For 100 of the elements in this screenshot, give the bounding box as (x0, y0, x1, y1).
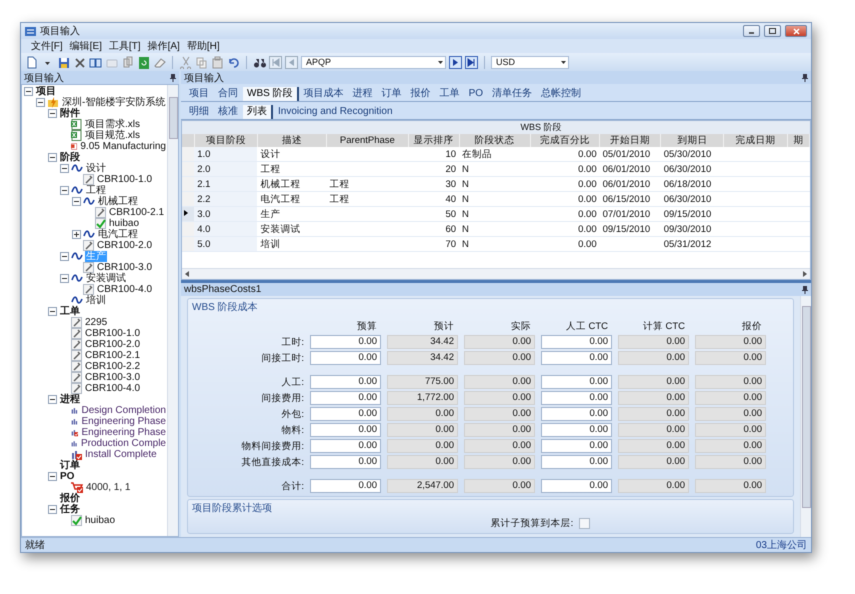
tree-item[interactable]: CBR100-3.0 (96, 262, 154, 273)
tree-item[interactable]: Design Completion (80, 405, 167, 416)
collapse-icon[interactable] (48, 307, 57, 316)
number-field[interactable]: 0.00 (541, 423, 612, 437)
maximize-button[interactable] (764, 25, 781, 37)
number-field[interactable]: 0.00 (464, 391, 535, 405)
tab[interactable]: PO (464, 87, 488, 101)
eraser-icon[interactable] (153, 56, 166, 68)
collapse-icon[interactable] (60, 274, 69, 283)
tree-item[interactable]: 阶段 (59, 152, 81, 163)
tree-item[interactable]: Install Complete (84, 449, 158, 460)
number-field[interactable]: 0.00 (541, 335, 612, 349)
number-field[interactable]: 0.00 (310, 407, 381, 421)
tree-item[interactable]: huibao (108, 218, 140, 229)
expand-icon[interactable] (72, 230, 81, 239)
pin-icon[interactable] (802, 286, 808, 294)
tree-item[interactable]: CBR100-4.0 (96, 284, 154, 295)
tree-item[interactable]: CBR100-1.0 (96, 174, 154, 185)
collapse-icon[interactable] (60, 186, 69, 195)
scroll-left-icon[interactable] (185, 271, 189, 277)
collapse-icon[interactable] (48, 472, 57, 481)
number-field[interactable]: 0.00 (310, 479, 381, 493)
column-header[interactable]: 开始日期 (600, 134, 661, 147)
tab[interactable]: 合同 (214, 87, 242, 101)
tab[interactable]: 项目 (185, 87, 213, 101)
number-field[interactable]: 0.00 (695, 375, 766, 389)
new-document-icon[interactable] (25, 56, 38, 68)
scroll-right-icon[interactable] (803, 271, 807, 277)
number-field[interactable]: 0.00 (541, 351, 612, 365)
currency-combo[interactable]: USD (491, 56, 569, 68)
number-field[interactable]: 0.00 (464, 335, 535, 349)
tree-item[interactable]: 工单 (59, 306, 81, 317)
tree-item[interactable]: CBR100-3.0 (84, 372, 142, 383)
tab[interactable]: 工单 (436, 87, 464, 101)
column-header[interactable]: 描述 (257, 134, 327, 147)
tree-item[interactable]: 电汽工程 (97, 229, 139, 240)
number-field[interactable]: 0.00 (541, 391, 612, 405)
number-field[interactable]: 0.00 (695, 407, 766, 421)
tree-item[interactable]: CBR100-2.1 (108, 207, 166, 218)
tab[interactable]: 明细 (185, 105, 213, 119)
number-field[interactable]: 0.00 (464, 351, 535, 365)
number-field[interactable]: 0.00 (695, 439, 766, 453)
minimize-button[interactable] (743, 25, 760, 37)
column-header[interactable]: 阶段状态 (459, 134, 530, 147)
number-field[interactable]: 0.00 (618, 375, 689, 389)
tab[interactable]: WBS 阶段 (243, 87, 299, 101)
number-field[interactable]: 0.00 (618, 439, 689, 453)
number-field[interactable]: 0.00 (310, 391, 381, 405)
tree-item[interactable]: 9.05 Manufacturing (79, 141, 167, 152)
column-header[interactable]: 显示排序 (408, 134, 460, 147)
number-field[interactable]: 0.00 (387, 455, 458, 469)
number-field[interactable]: 0.00 (464, 439, 535, 453)
number-field[interactable]: 0.00 (618, 455, 689, 469)
number-field[interactable]: 0.00 (310, 423, 381, 437)
tree-item[interactable]: CBR100-2.0 (84, 339, 142, 350)
checkbox[interactable] (579, 518, 590, 529)
column-header[interactable]: 项目阶段 (194, 134, 258, 147)
column-header[interactable]: 完成百分比 (530, 134, 600, 147)
tree-item[interactable]: Engineering Phase (80, 416, 167, 427)
tab[interactable]: 总帐控制 (537, 87, 586, 101)
tree-item[interactable]: 工程 (85, 185, 107, 196)
tab[interactable]: 项目成本 (300, 87, 348, 101)
tab[interactable]: 清单任务 (488, 87, 536, 101)
menu-item[interactable]: 操作[A] (148, 39, 180, 53)
column-header[interactable]: ParentPhase (326, 134, 408, 147)
number-field[interactable]: 0.00 (541, 375, 612, 389)
number-field[interactable]: 34.42 (387, 335, 458, 349)
number-field[interactable]: 0.00 (618, 335, 689, 349)
number-field[interactable]: 0.00 (618, 351, 689, 365)
number-field[interactable]: 0.00 (310, 335, 381, 349)
tree-item[interactable]: 培训 (85, 295, 107, 306)
tree-item[interactable]: 安装调试 (85, 273, 127, 284)
number-field[interactable]: 0.00 (387, 439, 458, 453)
tree-item[interactable]: 2295 (84, 317, 108, 328)
horizontal-scrollbar[interactable] (182, 268, 810, 279)
number-field[interactable]: 0.00 (695, 391, 766, 405)
tree-item[interactable]: Engineering Phase (80, 427, 167, 438)
column-header[interactable]: 完成日期 (724, 134, 788, 147)
number-field[interactable]: 1,772.00 (387, 391, 458, 405)
number-field[interactable]: 0.00 (695, 351, 766, 365)
tree-item[interactable]: 附件 (59, 108, 81, 119)
tree-item[interactable]: 项目规范.xls (84, 130, 141, 141)
vertical-scrollbar[interactable] (167, 85, 178, 536)
refresh-icon[interactable] (137, 56, 150, 68)
column-header[interactable]: 到期日 (660, 134, 724, 147)
collapse-icon[interactable] (48, 395, 57, 404)
number-field[interactable]: 0.00 (464, 479, 535, 493)
save-icon[interactable] (57, 56, 70, 68)
menu-item[interactable]: 工具[T] (108, 39, 141, 53)
tree-item[interactable]: 深圳-智能楼宇安防系统 (61, 97, 166, 108)
tab[interactable]: 报价 (406, 87, 435, 101)
book-icon[interactable] (89, 56, 102, 68)
number-field[interactable]: 0.00 (464, 407, 535, 421)
pin-icon[interactable] (170, 74, 176, 82)
tree-item[interactable]: 设计 (85, 163, 107, 174)
close-button[interactable] (785, 25, 807, 37)
tab[interactable]: 核准 (214, 105, 242, 119)
tree-item[interactable]: huibao (84, 515, 116, 526)
number-field[interactable]: 0.00 (618, 407, 689, 421)
column-header[interactable]: 期 (787, 134, 810, 147)
